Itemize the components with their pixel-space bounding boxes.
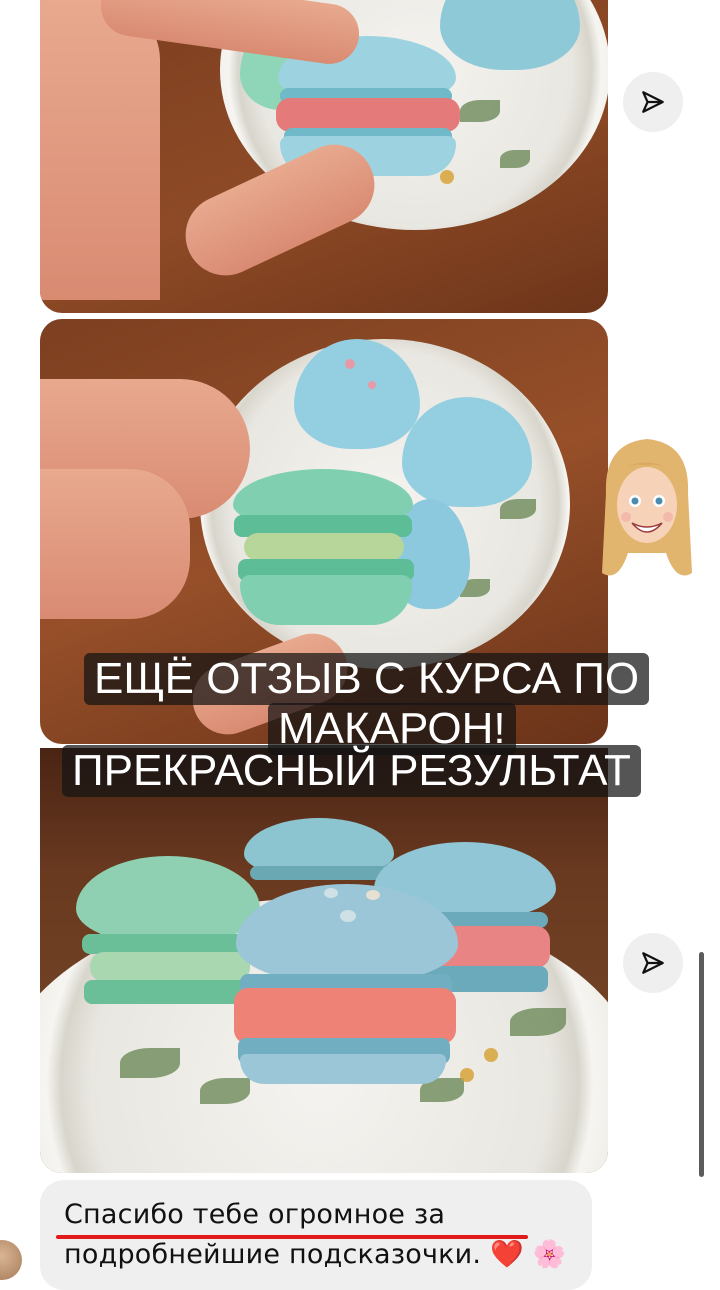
share-button[interactable] [623,72,683,132]
message-text: подробнейшие подсказочки. [64,1239,482,1270]
flower-emoji: 🌸 [532,1239,567,1270]
paper-plane-icon [642,91,664,113]
share-button-2[interactable] [623,933,683,993]
overlay-caption-line-3: ПРЕКРАСНЫЙ РЕЗУЛЬТАТ [62,745,641,797]
photo-macaron-1[interactable] [40,0,608,313]
overlay-caption-line-1: ЕЩЁ ОТЗЫВ С КУРСА ПО [84,653,650,705]
message-text-line-1: Спасибо тебе огромное за [64,1199,446,1230]
message-text-line-2: подробнейшие подсказочки. ❤️ 🌸 [64,1238,566,1270]
photo-macaron-3[interactable] [40,748,608,1173]
memoji-avatar [596,433,698,585]
heart-emoji: ❤️ [490,1239,524,1270]
paper-plane-icon [642,952,664,974]
scrollbar[interactable] [699,952,704,1177]
sender-avatar[interactable] [0,1240,22,1280]
